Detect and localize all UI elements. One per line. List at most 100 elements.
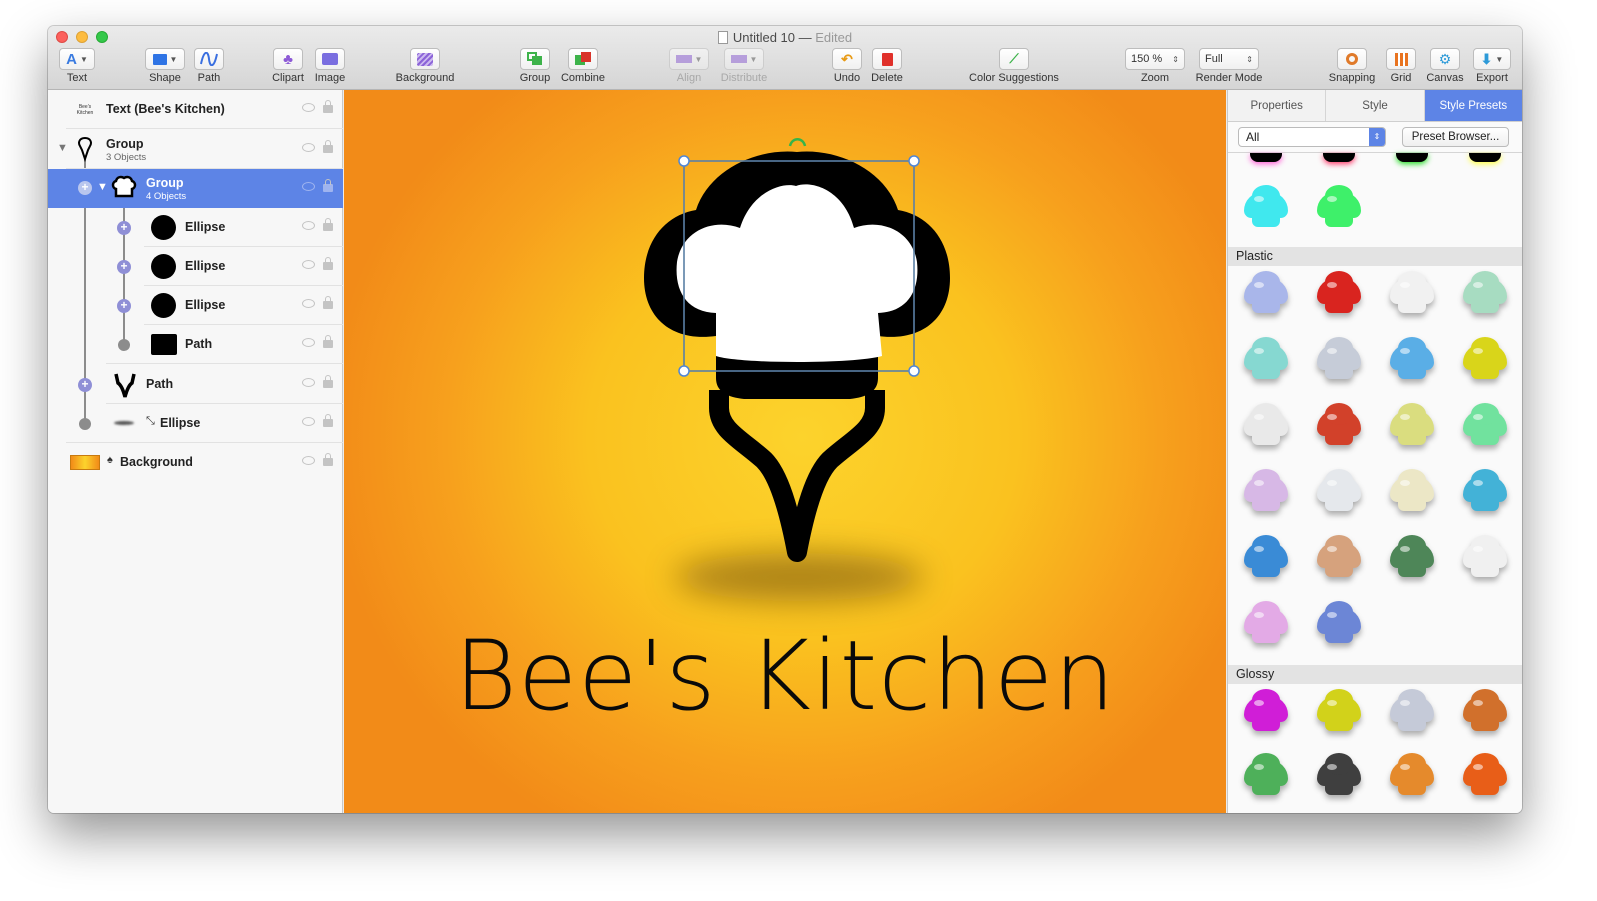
add-style-icon[interactable]: + — [117, 221, 131, 235]
style-preset-thumbnail[interactable] — [1317, 403, 1361, 450]
tool-delete[interactable]: Delete — [870, 48, 904, 84]
tool-canvas[interactable]: ⚙ Canvas — [1425, 48, 1465, 84]
style-preset-thumbnail[interactable] — [1244, 689, 1288, 736]
tool-background[interactable]: Background — [392, 48, 458, 84]
preset-browser-button[interactable]: Preset Browser... — [1402, 127, 1509, 147]
tool-distribute[interactable]: ▼ Distribute — [716, 48, 772, 84]
style-preset-thumbnail[interactable] — [1390, 535, 1434, 582]
tool-image[interactable]: Image — [312, 48, 348, 84]
style-preset-thumbnail[interactable] — [1317, 601, 1361, 648]
layer-row-ellipse[interactable]: + Ellipse — [48, 208, 343, 247]
style-preset-thumbnail[interactable] — [1317, 469, 1361, 516]
tool-color-suggestions[interactable]: ⟋ Color Suggestions — [962, 48, 1066, 84]
style-preset-thumbnail[interactable] — [1463, 469, 1507, 516]
tool-text[interactable]: A ▼ Text — [58, 48, 96, 84]
brand-text[interactable]: Bee's Kitchen — [344, 620, 1226, 732]
style-preset-thumbnail[interactable] — [1390, 753, 1434, 800]
lock-icon[interactable] — [323, 100, 333, 113]
lock-icon[interactable] — [323, 140, 333, 153]
style-preset-thumbnail[interactable] — [1390, 271, 1434, 318]
tool-render-mode[interactable]: Full ⇕ Render Mode — [1193, 48, 1265, 84]
resize-handle[interactable] — [908, 155, 920, 167]
style-preset-thumbnail[interactable] — [1317, 337, 1361, 384]
style-preset-thumbnail[interactable] — [1244, 535, 1288, 582]
style-preset-thumbnail[interactable] — [1244, 337, 1288, 384]
eye-icon[interactable] — [302, 103, 315, 112]
rotate-handle-icon[interactable] — [788, 138, 807, 147]
style-preset-thumbnail[interactable] — [1244, 469, 1288, 516]
design-canvas[interactable]: Bee's Kitchen — [344, 90, 1226, 813]
eye-icon[interactable] — [302, 456, 315, 465]
lock-icon[interactable] — [323, 218, 333, 231]
style-preset-thumbnail[interactable] — [1244, 753, 1288, 800]
tool-group[interactable]: Group — [518, 48, 552, 84]
layer-row-path[interactable]: Path — [48, 325, 343, 364]
lock-icon[interactable] — [323, 453, 333, 466]
tool-undo[interactable]: ↶ Undo — [830, 48, 864, 84]
tab-style-presets[interactable]: Style Presets — [1424, 90, 1522, 121]
style-preset-thumbnail[interactable] — [1463, 403, 1507, 450]
layer-row-ellipse[interactable]: + Ellipse — [48, 247, 343, 286]
resize-handle[interactable] — [678, 365, 690, 377]
eye-icon[interactable] — [302, 378, 315, 387]
lock-icon[interactable] — [323, 414, 333, 427]
add-style-icon[interactable]: + — [117, 299, 131, 313]
style-preset-thumbnail[interactable] — [1396, 153, 1428, 162]
style-preset-thumbnail[interactable] — [1463, 535, 1507, 582]
style-preset-thumbnail[interactable] — [1244, 601, 1288, 648]
tool-align[interactable]: ▼ Align — [668, 48, 710, 84]
eye-icon[interactable] — [302, 338, 315, 347]
lock-icon[interactable] — [323, 296, 333, 309]
tool-combine[interactable]: Combine — [558, 48, 608, 84]
preset-filter-select[interactable]: All ⇕ — [1238, 127, 1386, 147]
add-style-icon[interactable]: + — [78, 378, 92, 392]
layer-row-ellipse-shadow[interactable]: ⤡ Ellipse — [48, 404, 343, 443]
add-style-icon[interactable]: + — [78, 181, 92, 195]
style-preset-thumbnail[interactable] — [1244, 271, 1288, 318]
disclosure-triangle-icon[interactable]: ▼ — [57, 142, 68, 154]
style-preset-thumbnail[interactable] — [1317, 185, 1361, 232]
style-preset-thumbnail[interactable] — [1323, 153, 1355, 162]
disclosure-triangle-icon[interactable]: ▼ — [97, 181, 108, 193]
layer-row-path[interactable]: + Path — [48, 365, 343, 404]
tool-shape[interactable]: ▼ Shape — [144, 48, 186, 84]
eye-icon[interactable] — [302, 221, 315, 230]
style-preset-thumbnail[interactable] — [1250, 153, 1282, 162]
pin-stem-path[interactable] — [709, 390, 885, 562]
style-preset-thumbnail[interactable] — [1317, 271, 1361, 318]
tool-grid[interactable]: Grid — [1385, 48, 1417, 84]
resize-handle[interactable] — [908, 365, 920, 377]
layer-row-text[interactable]: Bee's Kitchen Text (Bee's Kitchen) — [48, 90, 343, 129]
lock-icon[interactable] — [323, 179, 333, 192]
add-style-icon[interactable]: + — [117, 260, 131, 274]
style-preset-thumbnail[interactable] — [1390, 689, 1434, 736]
layer-row-ellipse[interactable]: + Ellipse — [48, 286, 343, 325]
style-preset-thumbnail[interactable] — [1244, 403, 1288, 450]
layer-row-group[interactable]: ▼ Group 3 Objects — [48, 130, 343, 169]
tab-properties[interactable]: Properties — [1228, 90, 1327, 121]
lock-icon[interactable] — [323, 375, 333, 388]
layer-row-group-selected[interactable]: + ▼ Group 4 Objects — [48, 169, 343, 208]
style-preset-thumbnail[interactable] — [1463, 753, 1507, 800]
eye-icon[interactable] — [302, 182, 315, 191]
tool-path[interactable]: Path — [193, 48, 225, 84]
style-preset-thumbnail[interactable] — [1469, 153, 1501, 162]
style-preset-thumbnail[interactable] — [1244, 185, 1288, 232]
style-preset-thumbnail[interactable] — [1317, 753, 1361, 800]
eye-icon[interactable] — [302, 260, 315, 269]
style-preset-thumbnail[interactable] — [1317, 535, 1361, 582]
resize-handle[interactable] — [678, 155, 690, 167]
eye-icon[interactable] — [302, 417, 315, 426]
style-preset-thumbnail[interactable] — [1390, 469, 1434, 516]
tool-clipart[interactable]: ♣ Clipart — [270, 48, 306, 84]
style-preset-thumbnail[interactable] — [1463, 271, 1507, 318]
tool-export[interactable]: ⬇ ▼ Export — [1472, 48, 1512, 84]
eye-icon[interactable] — [302, 299, 315, 308]
style-preset-thumbnail[interactable] — [1390, 403, 1434, 450]
tool-snapping[interactable]: Snapping — [1326, 48, 1378, 84]
tab-style[interactable]: Style — [1326, 90, 1425, 121]
lock-icon[interactable] — [323, 335, 333, 348]
layer-row-background[interactable]: ♠ Background — [48, 443, 343, 482]
style-preset-thumbnail[interactable] — [1463, 689, 1507, 736]
eye-icon[interactable] — [302, 143, 315, 152]
